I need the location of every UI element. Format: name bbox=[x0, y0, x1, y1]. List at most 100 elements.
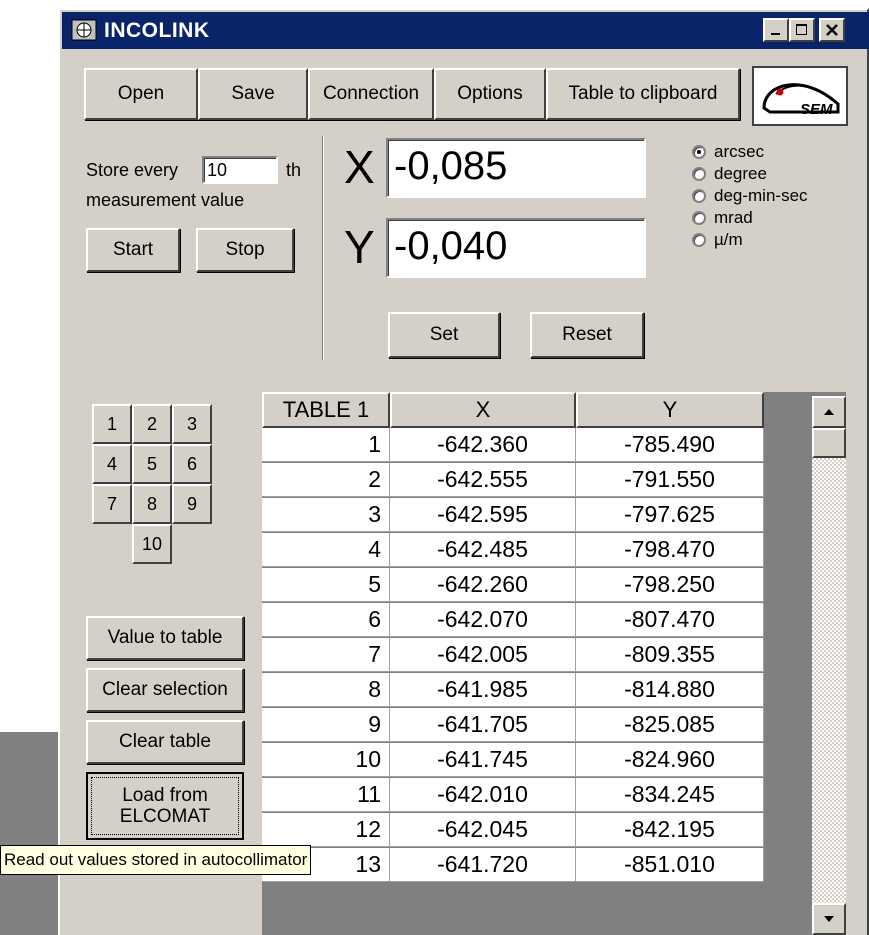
keypad-6[interactable]: 6 bbox=[172, 444, 212, 484]
table-cell-x[interactable]: -642.005 bbox=[390, 638, 576, 672]
minimize-icon bbox=[771, 33, 780, 35]
table-row-index[interactable]: 1 bbox=[262, 428, 390, 462]
table-cell-x[interactable]: -642.485 bbox=[390, 533, 576, 567]
table-row-index[interactable]: 6 bbox=[262, 603, 390, 637]
table-header-name[interactable]: TABLE 1 bbox=[262, 392, 390, 428]
value-to-table-button[interactable]: Value to table bbox=[86, 616, 244, 660]
keypad-10[interactable]: 10 bbox=[132, 524, 172, 564]
keypad-8[interactable]: 8 bbox=[132, 484, 172, 524]
table-row-index[interactable]: 7 bbox=[262, 638, 390, 672]
table-cell-y[interactable]: -807.470 bbox=[576, 603, 764, 637]
table-cell-y[interactable]: -851.010 bbox=[576, 848, 764, 882]
store-interval-value: 10 bbox=[207, 160, 228, 180]
table-cell-x[interactable]: -642.555 bbox=[390, 463, 576, 497]
table-row-index[interactable]: 5 bbox=[262, 568, 390, 602]
unit-label: mrad bbox=[714, 208, 753, 227]
table-cell-x[interactable]: -641.985 bbox=[390, 673, 576, 707]
unit-radio-deg-min-sec[interactable]: deg-min-sec bbox=[692, 186, 808, 206]
table-row-index[interactable]: 2 bbox=[262, 463, 390, 497]
clear-table-button[interactable]: Clear table bbox=[86, 720, 244, 764]
table-row-index[interactable]: 10 bbox=[262, 743, 390, 777]
table-cell-y[interactable]: -824.960 bbox=[576, 743, 764, 777]
radio-icon bbox=[692, 167, 706, 181]
keypad-9[interactable]: 9 bbox=[172, 484, 212, 524]
stop-button[interactable]: Stop bbox=[196, 228, 294, 272]
table-cell-y[interactable]: -797.625 bbox=[576, 498, 764, 532]
table-cell-y[interactable]: -809.355 bbox=[576, 638, 764, 672]
table-cell-x[interactable]: -642.595 bbox=[390, 498, 576, 532]
table-cell-x[interactable]: -642.360 bbox=[390, 428, 576, 462]
clear-selection-button[interactable]: Clear selection bbox=[86, 668, 244, 712]
table-row-index[interactable]: 3 bbox=[262, 498, 390, 532]
table-cell-y[interactable]: -825.085 bbox=[576, 708, 764, 742]
table-row-index[interactable]: 12 bbox=[262, 813, 390, 847]
keypad-4[interactable]: 4 bbox=[92, 444, 132, 484]
radio-icon bbox=[692, 189, 706, 203]
table-row-index[interactable]: 9 bbox=[262, 708, 390, 742]
connection-button[interactable]: Connection bbox=[308, 68, 434, 120]
scroll-up-icon bbox=[824, 409, 834, 415]
scroll-up-button[interactable] bbox=[812, 396, 846, 428]
open-button[interactable]: Open bbox=[84, 68, 198, 120]
table-cell-y[interactable]: -834.245 bbox=[576, 778, 764, 812]
y-readout: -0,040 bbox=[386, 218, 646, 278]
unit-radio-mrad[interactable]: mrad bbox=[692, 208, 753, 228]
data-table[interactable]: TABLE 1 X Y 1 -642.360 -785.490 2 -642.555 -7… bbox=[262, 392, 846, 935]
unit-radio-um[interactable]: µ/m bbox=[692, 230, 743, 250]
measurement-value-label: measurement value bbox=[86, 190, 245, 210]
table-cell-x[interactable]: -641.720 bbox=[390, 848, 576, 882]
set-button[interactable]: Set bbox=[388, 312, 500, 358]
table-cell-x[interactable]: -642.260 bbox=[390, 568, 576, 602]
store-interval-input[interactable]: 10 bbox=[202, 156, 278, 184]
app-icon bbox=[70, 16, 98, 44]
scroll-down-icon bbox=[824, 916, 834, 922]
table-cell-y[interactable]: -798.470 bbox=[576, 533, 764, 567]
table-scrollbar[interactable] bbox=[812, 396, 846, 935]
keypad-7[interactable]: 7 bbox=[92, 484, 132, 524]
load-button-line1: Load from bbox=[122, 785, 208, 806]
table-cell-x[interactable]: -641.745 bbox=[390, 743, 576, 777]
table-cell-x[interactable]: -642.070 bbox=[390, 603, 576, 637]
close-button[interactable] bbox=[819, 18, 845, 42]
scroll-down-button[interactable] bbox=[812, 903, 846, 935]
maximize-button[interactable] bbox=[789, 18, 815, 42]
keypad-1[interactable]: 1 bbox=[92, 404, 132, 444]
table-cell-y[interactable]: -791.550 bbox=[576, 463, 764, 497]
keypad-2[interactable]: 2 bbox=[132, 404, 172, 444]
table-header-y[interactable]: Y bbox=[576, 392, 764, 428]
table-cell-x[interactable]: -642.010 bbox=[390, 778, 576, 812]
sem-logo: SEM bbox=[752, 66, 848, 126]
minimize-button[interactable] bbox=[763, 18, 789, 42]
table-cell-x[interactable]: -641.705 bbox=[390, 708, 576, 742]
load-from-elcomat-button[interactable]: Load from ELCOMAT bbox=[86, 772, 244, 840]
unit-label: deg-min-sec bbox=[714, 186, 808, 205]
table-cell-x[interactable]: -642.045 bbox=[390, 813, 576, 847]
start-button[interactable]: Start bbox=[86, 228, 180, 272]
save-button[interactable]: Save bbox=[198, 68, 308, 120]
radio-selected-icon bbox=[692, 145, 706, 159]
table-cell-y[interactable]: -785.490 bbox=[576, 428, 764, 462]
keypad-5[interactable]: 5 bbox=[132, 444, 172, 484]
table-cell-y[interactable]: -842.195 bbox=[576, 813, 764, 847]
scroll-thumb[interactable] bbox=[812, 428, 846, 458]
y-label: Y bbox=[344, 221, 375, 273]
table-row-index[interactable]: 8 bbox=[262, 673, 390, 707]
reset-button[interactable]: Reset bbox=[530, 312, 644, 358]
table-to-clipboard-button[interactable]: Table to clipboard bbox=[546, 68, 740, 120]
table-cell-y[interactable]: -814.880 bbox=[576, 673, 764, 707]
table-cell-y[interactable]: -798.250 bbox=[576, 568, 764, 602]
table-row-index[interactable]: 11 bbox=[262, 778, 390, 812]
options-button[interactable]: Options bbox=[434, 68, 546, 120]
x-readout: -0,085 bbox=[386, 138, 646, 198]
unit-radio-degree[interactable]: degree bbox=[692, 164, 767, 184]
load-button-line2: ELCOMAT bbox=[119, 806, 211, 827]
radio-icon bbox=[692, 211, 706, 225]
window-title: INCOLINK bbox=[104, 19, 210, 42]
keypad-3[interactable]: 3 bbox=[172, 404, 212, 444]
tooltip: Read out values stored in autocollimator bbox=[0, 845, 312, 875]
unit-radio-arcsec[interactable]: arcsec bbox=[692, 142, 764, 162]
table-row-index[interactable]: 4 bbox=[262, 533, 390, 567]
unit-label: µ/m bbox=[714, 230, 743, 249]
table-header-x[interactable]: X bbox=[390, 392, 576, 428]
unit-label: degree bbox=[714, 164, 767, 183]
